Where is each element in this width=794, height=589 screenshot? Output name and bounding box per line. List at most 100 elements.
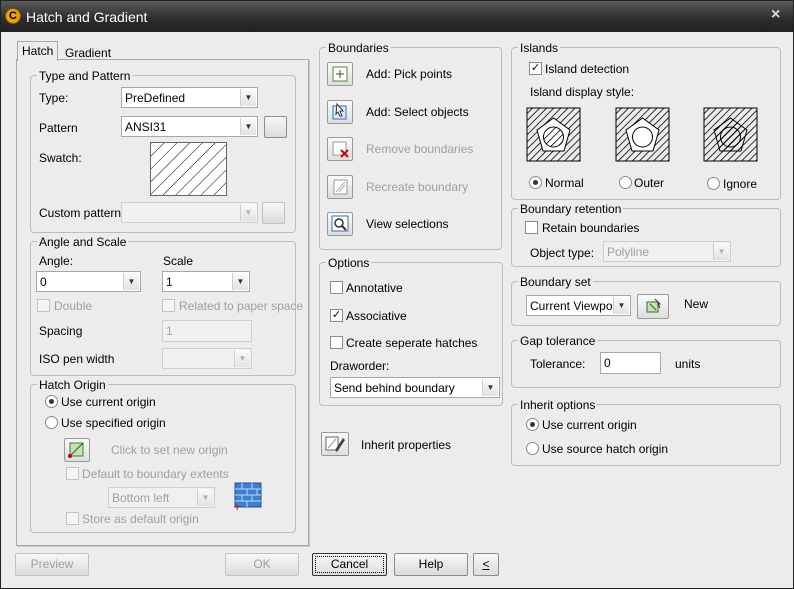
- remove-boundaries-icon: [332, 141, 349, 158]
- island-outer-radio[interactable]: [619, 176, 632, 189]
- tab-hatch[interactable]: Hatch: [17, 41, 59, 61]
- use-specified-origin-radio[interactable]: [45, 416, 58, 429]
- svg-text:+: +: [233, 502, 241, 510]
- recreate-boundary-label[interactable]: Recreate boundary: [366, 180, 468, 194]
- custom-pattern-select[interactable]: ▼: [121, 202, 258, 223]
- origin-position-select[interactable]: Bottom left ▼: [108, 487, 215, 508]
- new-boundary-set-icon: [646, 298, 662, 313]
- object-type-select[interactable]: Polyline ▼: [603, 241, 731, 262]
- view-selections-label[interactable]: View selections: [366, 217, 449, 231]
- title-bar[interactable]: C Hatch and Gradient ×: [1, 1, 793, 32]
- default-boundary-extents-label: Default to boundary extents: [82, 467, 229, 481]
- double-label: Double: [54, 299, 93, 313]
- spacing-field[interactable]: 1: [162, 320, 252, 342]
- inherit-properties-icon: [325, 436, 345, 452]
- new-boundary-set-button[interactable]: [637, 294, 669, 319]
- boundary-set-select[interactable]: Current Viewport ▼: [526, 295, 631, 316]
- tolerance-field[interactable]: 0: [600, 352, 661, 374]
- separate-hatches-checkbox[interactable]: [330, 336, 343, 349]
- object-type-label: Object type:: [530, 246, 595, 260]
- use-current-origin-label: Use current origin: [61, 395, 156, 409]
- add-pick-points-button[interactable]: [327, 62, 353, 86]
- annotative-label: Annotative: [346, 281, 403, 295]
- ok-button[interactable]: OK: [225, 553, 299, 576]
- set-origin-icon: [68, 442, 84, 458]
- swatch-preview[interactable]: [150, 142, 227, 196]
- associative-checkbox[interactable]: ✓: [330, 309, 343, 322]
- iso-pen-width-select[interactable]: ▼: [162, 348, 252, 369]
- chevron-down-icon: ▼: [197, 489, 213, 506]
- recreate-boundary-icon: [333, 179, 348, 195]
- retain-boundaries-checkbox[interactable]: [525, 221, 538, 234]
- island-ignore-label: Ignore: [723, 177, 758, 191]
- inherit-use-source-label: Use source hatch origin: [542, 442, 669, 456]
- view-selections-button[interactable]: [327, 212, 353, 236]
- normal-style-icon: [526, 107, 581, 162]
- inherit-options-legend: Inherit options: [518, 398, 598, 412]
- island-detection-checkbox[interactable]: ✓: [529, 62, 542, 75]
- type-pattern-legend: Type and Pattern: [37, 69, 133, 83]
- island-style-previews: [526, 107, 758, 162]
- custom-pattern-browse-button[interactable]: [262, 202, 285, 224]
- more-options-button[interactable]: <: [473, 553, 499, 576]
- set-origin-button[interactable]: [64, 438, 90, 462]
- chevron-down-icon: ▼: [123, 273, 139, 290]
- chevron-down-icon: ▼: [234, 350, 250, 367]
- boundaries-legend: Boundaries: [326, 41, 391, 55]
- add-pick-points-label[interactable]: Add: Pick points: [366, 67, 452, 81]
- annotative-checkbox[interactable]: [330, 281, 343, 294]
- default-boundary-extents-checkbox[interactable]: [66, 467, 79, 480]
- use-current-origin-radio[interactable]: [45, 395, 58, 408]
- pattern-select[interactable]: ANSI31 ▼: [121, 116, 258, 137]
- island-ignore-radio[interactable]: [707, 177, 720, 190]
- boundary-retention-legend: Boundary retention: [518, 202, 624, 216]
- separate-hatches-label: Create seperate hatches: [346, 336, 478, 350]
- pick-points-icon: [332, 66, 348, 82]
- inherit-use-current-label: Use current origin: [542, 418, 637, 432]
- close-icon[interactable]: ×: [771, 6, 780, 24]
- chevron-down-icon: ▼: [240, 89, 256, 106]
- custom-pattern-label: Custom pattern:: [39, 206, 125, 220]
- type-select[interactable]: PreDefined ▼: [121, 87, 258, 108]
- cancel-button[interactable]: Cancel: [312, 553, 387, 576]
- inherit-use-source-radio[interactable]: [526, 442, 539, 455]
- inherit-properties-button[interactable]: [321, 432, 349, 456]
- draworder-label: Draworder:: [330, 359, 390, 373]
- boundary-set-legend: Boundary set: [518, 275, 593, 289]
- double-checkbox[interactable]: [37, 299, 50, 312]
- related-paper-space-label: Related to paper space: [179, 299, 304, 313]
- recreate-boundary-button[interactable]: [327, 175, 353, 199]
- add-select-objects-label[interactable]: Add: Select objects: [366, 105, 469, 119]
- add-select-objects-button[interactable]: [327, 100, 353, 124]
- inherit-options-group: [511, 404, 781, 466]
- hatch-swatch-image: [151, 143, 226, 195]
- app-logo-icon: C: [5, 8, 21, 24]
- islands-legend: Islands: [518, 41, 561, 55]
- preview-button[interactable]: Preview: [15, 553, 89, 576]
- angle-select[interactable]: 0 ▼: [36, 271, 141, 292]
- outer-style-icon: [615, 107, 670, 162]
- scale-select[interactable]: 1 ▼: [162, 271, 250, 292]
- tolerance-units-label: units: [675, 357, 701, 371]
- tab-gradient[interactable]: Gradient: [65, 46, 111, 60]
- island-display-style-label: Island display style:: [530, 85, 635, 99]
- island-normal-label: Normal: [545, 176, 584, 190]
- pattern-browse-button[interactable]: [264, 116, 287, 138]
- inherit-use-current-radio[interactable]: [526, 418, 539, 431]
- angle-scale-legend: Angle and Scale: [37, 235, 129, 249]
- scale-label: Scale: [163, 254, 194, 268]
- remove-boundaries-button[interactable]: [327, 137, 353, 161]
- help-button[interactable]: Help: [394, 553, 468, 576]
- inherit-properties-label[interactable]: Inherit properties: [361, 438, 451, 452]
- island-normal-radio[interactable]: [529, 176, 542, 189]
- store-default-origin-checkbox[interactable]: [66, 512, 79, 525]
- chevron-down-icon: ▼: [613, 297, 629, 314]
- click-to-set-origin-label: Click to set new origin: [111, 443, 228, 457]
- related-paper-space-checkbox[interactable]: [162, 299, 175, 312]
- remove-boundaries-label[interactable]: Remove boundaries: [366, 142, 473, 156]
- brick-origin-icon: +: [233, 482, 263, 513]
- draworder-select[interactable]: Send behind boundary ▼: [330, 377, 500, 398]
- iso-pen-width-label: ISO pen width: [39, 352, 115, 366]
- island-outer-label: Outer: [634, 176, 665, 190]
- use-specified-origin-label: Use specified origin: [61, 416, 166, 430]
